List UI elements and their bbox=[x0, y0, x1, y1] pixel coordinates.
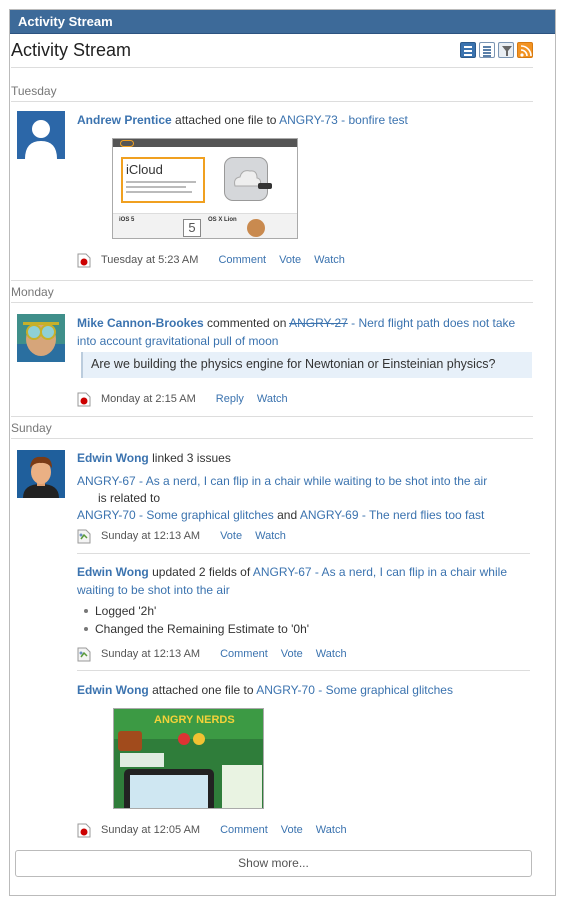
watch-link[interactable]: Watch bbox=[255, 530, 286, 542]
reply-link[interactable]: Reply bbox=[216, 393, 244, 405]
comment-link[interactable]: Comment bbox=[220, 648, 268, 660]
issue-link[interactable]: ANGRY-70 - Some graphical glitches bbox=[77, 508, 274, 522]
relation-label: is related to bbox=[98, 491, 161, 505]
day-heading-monday: Monday bbox=[11, 281, 533, 303]
watch-link[interactable]: Watch bbox=[314, 254, 345, 266]
vote-link[interactable]: Vote bbox=[281, 648, 303, 660]
user-link[interactable]: Andrew Prentice bbox=[77, 113, 172, 127]
comment-link[interactable]: Comment bbox=[220, 824, 268, 836]
activity-entry: Mike Cannon-Brookes commented on ANGRY-2… bbox=[77, 314, 533, 350]
file-attachment-icon bbox=[77, 392, 91, 407]
list-item: Changed the Remaining Estimate to '0h' bbox=[84, 620, 309, 638]
conjunction-text: and bbox=[277, 508, 298, 522]
thumb-ios-label: iOS 5 bbox=[119, 217, 135, 223]
day-heading-tuesday: Tuesday bbox=[11, 80, 533, 102]
stream-header: Activity Stream bbox=[11, 38, 533, 68]
change-list: Logged '2h' Changed the Remaining Estima… bbox=[84, 602, 309, 638]
vote-link[interactable]: Vote bbox=[281, 824, 303, 836]
list-item: Logged '2h' bbox=[84, 602, 309, 620]
issue-link[interactable]: ANGRY-73 - bonfire test bbox=[279, 113, 408, 127]
activity-verb: linked 3 issues bbox=[152, 451, 231, 465]
thumb-osx-label: OS X Lion bbox=[208, 217, 237, 223]
activity-meta: Tuesday at 5:23 AM Comment Vote Watch bbox=[77, 252, 345, 268]
rss-feed-icon[interactable] bbox=[517, 42, 533, 58]
linked-issue-line: ANGRY-70 - Some graphical glitches and A… bbox=[77, 506, 533, 524]
vote-link[interactable]: Vote bbox=[220, 530, 242, 542]
timestamp: Monday at 2:15 AM bbox=[101, 393, 196, 405]
attachment-thumbnail[interactable]: ANGRY NERDS bbox=[113, 708, 264, 809]
cloud-app-icon bbox=[224, 157, 268, 201]
gadget-titlebar: Activity Stream bbox=[10, 10, 555, 34]
activity-entry: Edwin Wong updated 2 fields of ANGRY-67 … bbox=[77, 563, 533, 599]
list-view-icon[interactable] bbox=[479, 42, 495, 58]
activity-verb: updated 2 fields of bbox=[152, 565, 251, 579]
timestamp: Sunday at 12:05 AM bbox=[101, 824, 201, 836]
activity-meta: Sunday at 12:05 AM Comment Vote Watch bbox=[77, 822, 347, 838]
issue-update-icon bbox=[77, 647, 91, 662]
timestamp: Sunday at 12:13 AM bbox=[101, 648, 201, 660]
file-attachment-icon bbox=[77, 823, 91, 838]
timestamp: Tuesday at 5:23 AM bbox=[101, 254, 199, 266]
resolved-issue-key-link[interactable]: ANGRY-27 bbox=[289, 316, 348, 330]
issue-link[interactable]: ANGRY-67 - As a nerd, I can flip in a ch… bbox=[77, 474, 487, 488]
filter-icon[interactable] bbox=[498, 42, 514, 58]
full-view-icon[interactable] bbox=[460, 42, 476, 58]
issue-link[interactable]: ANGRY-69 - The nerd flies too fast bbox=[300, 508, 485, 522]
view-toolbar bbox=[460, 42, 533, 58]
watch-link[interactable]: Watch bbox=[316, 824, 347, 836]
thumb-highlight bbox=[120, 140, 134, 147]
thumb-navbar bbox=[113, 139, 297, 147]
timestamp: Sunday at 12:13 AM bbox=[101, 530, 201, 542]
user-link[interactable]: Edwin Wong bbox=[77, 451, 149, 465]
activity-entry: Andrew Prentice attached one file to ANG… bbox=[77, 111, 533, 129]
activity-meta: Monday at 2:15 AM Reply Watch bbox=[77, 391, 288, 407]
user-link[interactable]: Edwin Wong bbox=[77, 683, 149, 697]
day-heading-sunday: Sunday bbox=[11, 417, 533, 439]
avatar[interactable] bbox=[17, 314, 65, 362]
issue-link-icon bbox=[77, 529, 91, 544]
thumb-title: iCloud bbox=[126, 162, 163, 177]
thumb-title: ANGRY NERDS bbox=[154, 714, 235, 726]
user-link[interactable]: Edwin Wong bbox=[77, 565, 149, 579]
page-title: Activity Stream bbox=[11, 40, 132, 60]
attachment-thumbnail[interactable]: iCloud iOS 5 OS X Lion 5 bbox=[112, 138, 298, 239]
thumb-ios-number: 5 bbox=[183, 219, 201, 237]
watch-link[interactable]: Watch bbox=[257, 393, 288, 405]
user-link[interactable]: Mike Cannon-Brookes bbox=[77, 316, 204, 330]
issue-link[interactable]: ANGRY-70 - Some graphical glitches bbox=[256, 683, 453, 697]
comment-link[interactable]: Comment bbox=[218, 254, 266, 266]
activity-verb: attached one file to bbox=[175, 113, 277, 127]
activity-verb: commented on bbox=[207, 316, 287, 330]
watch-link[interactable]: Watch bbox=[316, 648, 347, 660]
file-attachment-icon bbox=[77, 253, 91, 268]
avatar[interactable] bbox=[17, 450, 65, 498]
show-more-button[interactable]: Show more... bbox=[15, 850, 532, 877]
thumb-callout: iCloud bbox=[121, 157, 205, 203]
comment-quote: Are we building the physics engine for N… bbox=[81, 352, 532, 378]
vote-link[interactable]: Vote bbox=[279, 254, 301, 266]
linked-issue-line: ANGRY-67 - As a nerd, I can flip in a ch… bbox=[77, 472, 533, 490]
avatar[interactable] bbox=[17, 111, 65, 159]
activity-entry: Edwin Wong attached one file to ANGRY-70… bbox=[77, 681, 533, 699]
activity-entry: Edwin Wong linked 3 issues bbox=[77, 449, 533, 467]
activity-verb: attached one file to bbox=[152, 683, 254, 697]
activity-meta: Sunday at 12:13 AM Vote Watch bbox=[77, 528, 286, 544]
activity-meta: Sunday at 12:13 AM Comment Vote Watch bbox=[77, 646, 347, 662]
